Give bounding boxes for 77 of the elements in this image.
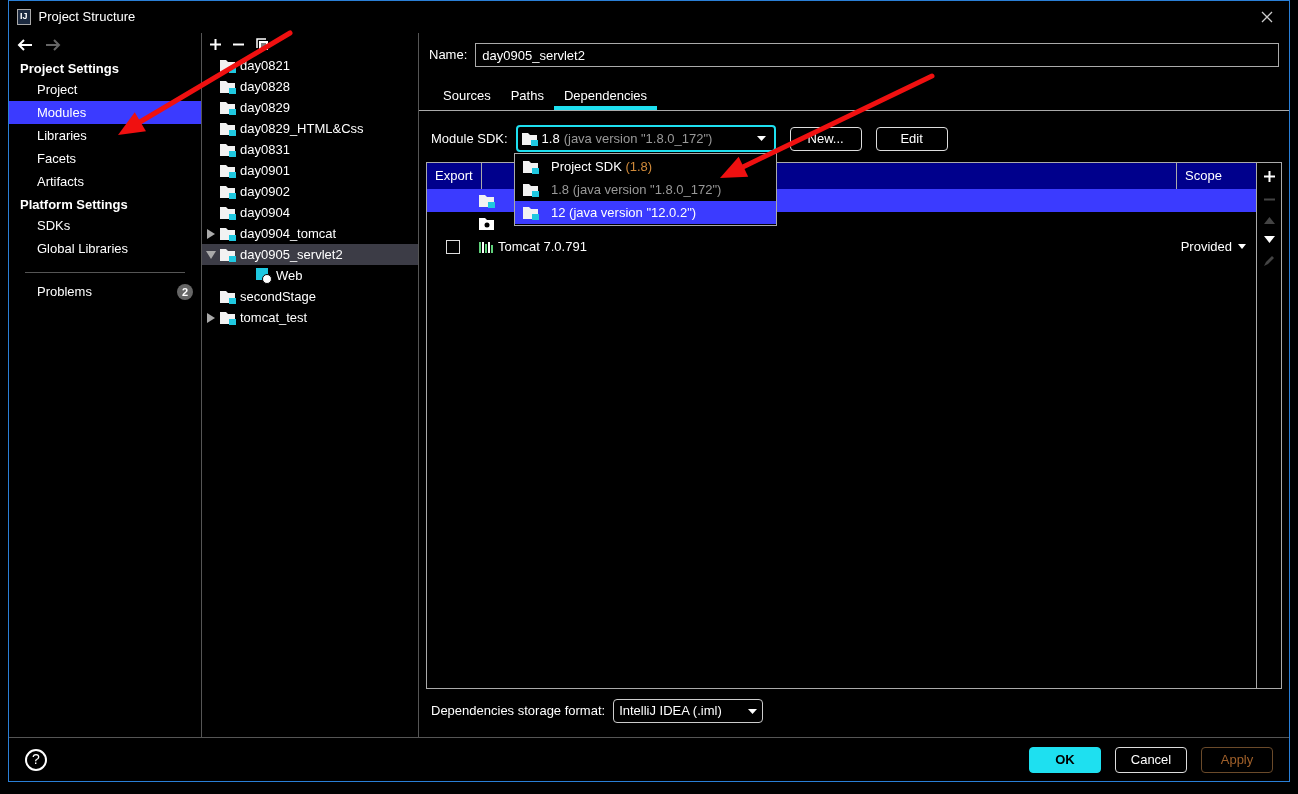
collapsed-icon[interactable] — [206, 228, 216, 239]
back-arrow-icon[interactable] — [17, 39, 33, 51]
sdk-button[interactable]: Edit — [875, 126, 948, 151]
module-tree-item[interactable]: day0821 — [202, 55, 418, 76]
module-tree-item[interactable]: day0831 — [202, 139, 418, 160]
module-tree-item[interactable]: day0905_servlet2 — [202, 244, 418, 265]
nav-item[interactable]: Problems — [37, 282, 92, 302]
module-tree-item[interactable]: day0902 — [202, 181, 418, 202]
add-icon[interactable] — [210, 38, 221, 50]
section-header: Project Settings — [19, 59, 120, 78]
module-folder-icon — [220, 310, 236, 325]
sdk-folder-icon — [521, 131, 538, 146]
module-folder-icon — [220, 79, 236, 94]
section-header: Platform Settings — [19, 195, 129, 214]
nav-item[interactable]: Libraries — [9, 124, 201, 147]
forward-arrow-icon[interactable] — [45, 39, 61, 51]
module-tree-item[interactable]: day0904 — [202, 202, 418, 223]
module-sdk-label: Module SDK: — [431, 129, 508, 148]
module-folder-icon — [220, 247, 236, 262]
nav-item[interactable]: SDKs — [9, 214, 201, 237]
web-icon — [256, 267, 272, 284]
module-folder-icon — [220, 100, 236, 115]
sdk-option[interactable]: Project SDK (1.8) — [515, 155, 776, 178]
storage-format-label: Dependencies storage format: — [431, 702, 606, 721]
module-tree-item[interactable]: day0828 — [202, 76, 418, 97]
module-folder-icon — [220, 205, 236, 220]
app-logo-icon: IJ — [17, 9, 31, 25]
sdk-folder-icon — [523, 159, 539, 174]
close-icon[interactable] — [1261, 11, 1273, 23]
source-folder-icon — [479, 216, 495, 231]
module-folder-icon — [220, 142, 236, 157]
nav-item[interactable]: Project — [9, 78, 201, 101]
export-checkbox[interactable] — [446, 239, 460, 254]
collapsed-icon[interactable] — [206, 312, 216, 323]
module-tree-item[interactable]: day0829_HTML&Css — [202, 118, 418, 139]
module-folder-icon — [220, 184, 236, 199]
dropdown-caret-icon — [756, 136, 766, 141]
dependency-name: Tomcat 7.0.791 — [498, 237, 587, 256]
dialog-button[interactable]: Cancel — [1115, 746, 1187, 773]
nav-item[interactable]: Artifacts — [9, 170, 201, 193]
module-folder-icon — [220, 163, 236, 178]
window-title: Project Structure — [38, 8, 136, 27]
move-down-icon[interactable] — [1263, 236, 1275, 243]
module-tree-item[interactable]: day0829 — [202, 97, 418, 118]
nav-item[interactable]: Modules — [9, 101, 201, 124]
module-folder-icon — [220, 289, 236, 304]
dropdown-caret-icon[interactable] — [1238, 244, 1246, 249]
sdk-folder-icon — [479, 193, 495, 208]
name-field[interactable]: day0905_servlet2 — [475, 43, 1279, 67]
tab[interactable]: Paths — [500, 86, 554, 110]
module-folder-icon — [220, 121, 236, 136]
add-icon[interactable] — [1263, 171, 1275, 182]
sdk-dropdown[interactable]: 1.8 (java version "1.8.0_172") — [515, 125, 776, 152]
module-folder-icon — [220, 226, 236, 241]
count-badge: 2 — [177, 284, 193, 300]
dialog-button[interactable]: OK — [1029, 746, 1101, 773]
dropdown-caret-icon — [748, 708, 758, 714]
nav-item[interactable]: Facets — [9, 147, 201, 170]
tab[interactable]: Sources — [433, 86, 501, 110]
copy-icon[interactable] — [256, 38, 268, 50]
module-tree-item[interactable]: day0901 — [202, 160, 418, 181]
module-tree-item[interactable]: day0904_tomcat — [202, 223, 418, 244]
sdk-option[interactable]: 12 (java version "12.0.2") — [515, 201, 776, 224]
sdk-folder-icon — [523, 182, 539, 197]
tab[interactable]: Dependencies — [553, 86, 658, 110]
scope-value[interactable]: Provided — [1180, 236, 1232, 257]
module-tree-item[interactable]: secondStage — [202, 286, 418, 307]
nav-item[interactable]: Global Libraries — [9, 237, 201, 260]
module-tree-item[interactable]: tomcat_test — [202, 307, 418, 328]
library-icon — [479, 240, 494, 253]
help-button[interactable]: ? — [25, 748, 47, 771]
expanded-icon[interactable] — [206, 249, 216, 260]
sdk-folder-icon — [523, 205, 539, 220]
module-tree-item[interactable]: Web — [202, 265, 418, 286]
name-label: Name: — [429, 46, 468, 65]
storage-format-dropdown[interactable]: IntelliJ IDEA (.iml) — [613, 699, 764, 723]
sdk-option[interactable]: 1.8 (java version "1.8.0_172") — [515, 178, 776, 201]
